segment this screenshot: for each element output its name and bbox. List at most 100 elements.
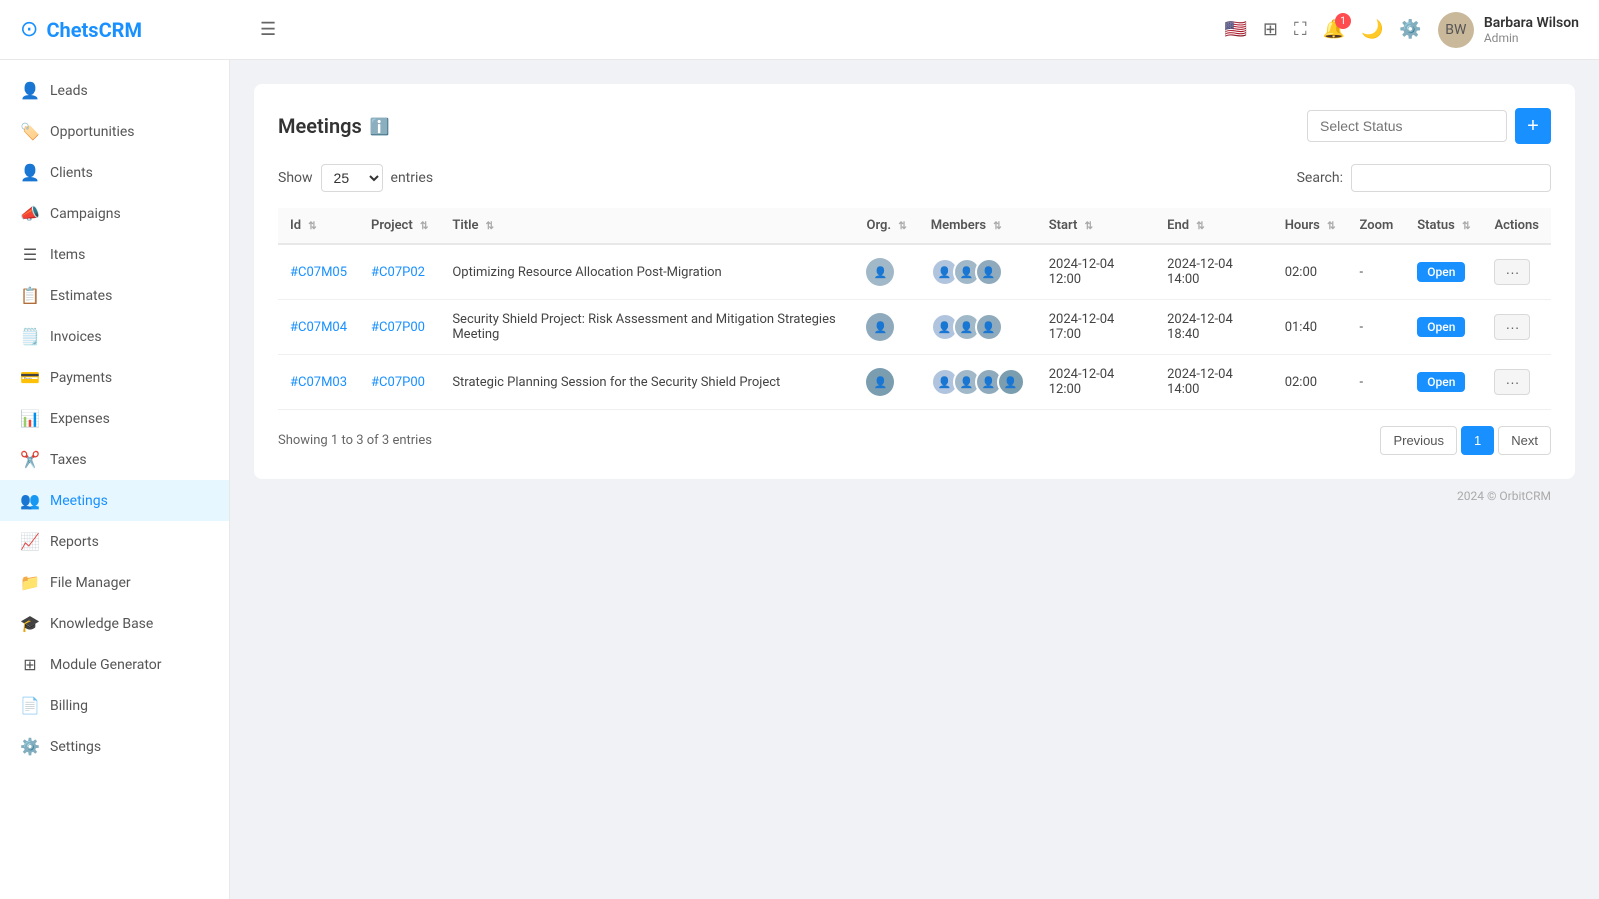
pagination: Previous 1 Next [1380, 426, 1551, 455]
sidebar-item-label: Estimates [50, 288, 112, 304]
page-card: Meetings ℹ️ + Show 25 10 50 100 [254, 84, 1575, 479]
sidebar-item-label: Items [50, 247, 85, 263]
sidebar-item-taxes[interactable]: ✂️ Taxes [0, 439, 229, 480]
flag-icon[interactable]: 🇺🇸 [1224, 19, 1246, 40]
project-link[interactable]: #C07P00 [371, 375, 425, 390]
sidebar-item-payments[interactable]: 💳 Payments [0, 357, 229, 398]
sidebar-item-label: Reports [50, 534, 99, 550]
table-row: #C07M05 #C07P02 Optimizing Resource Allo… [278, 244, 1551, 300]
sidebar-item-opportunities[interactable]: 🏷️ Opportunities [0, 111, 229, 152]
sidebar-item-items[interactable]: ☰ Items [0, 234, 229, 275]
col-org[interactable]: Org. ⇅ [854, 208, 918, 244]
col-end[interactable]: End ⇅ [1155, 208, 1273, 244]
col-hours[interactable]: Hours ⇅ [1273, 208, 1348, 244]
members-group: 👤 👤 👤 [931, 258, 1025, 286]
col-id[interactable]: Id ⇅ [278, 208, 359, 244]
entries-select[interactable]: 25 10 50 100 [321, 164, 383, 192]
invoices-icon: 🗒️ [20, 327, 40, 346]
sidebar-item-expenses[interactable]: 📊 Expenses [0, 398, 229, 439]
next-button[interactable]: Next [1498, 426, 1551, 455]
sidebar-item-label: Module Generator [50, 657, 162, 673]
status-badge: Open [1417, 317, 1465, 337]
campaigns-icon: 📣 [20, 204, 40, 223]
footer: 2024 © OrbitCRM [254, 479, 1575, 513]
meeting-title: Optimizing Resource Allocation Post-Migr… [440, 244, 854, 300]
start-date: 2024-12-04 12:00 [1037, 244, 1155, 300]
col-status[interactable]: Status ⇅ [1405, 208, 1482, 244]
start-date: 2024-12-04 12:00 [1037, 355, 1155, 410]
meeting-id-link[interactable]: #C07M03 [290, 375, 347, 390]
info-icon[interactable]: ℹ️ [370, 117, 390, 136]
project-link[interactable]: #C07P00 [371, 320, 425, 335]
previous-button[interactable]: Previous [1380, 426, 1457, 455]
sidebar-item-meetings[interactable]: 👥 Meetings [0, 480, 229, 521]
sidebar-item-invoices[interactable]: 🗒️ Invoices [0, 316, 229, 357]
settings-icon[interactable]: ⚙️ [1399, 19, 1421, 40]
col-zoom: Zoom [1348, 208, 1406, 244]
sidebar-item-knowledge-base[interactable]: 🎓 Knowledge Base [0, 603, 229, 644]
module-generator-icon: ⊞ [20, 655, 40, 674]
fullscreen-icon[interactable]: ⛶ [1294, 19, 1307, 40]
table-row: #C07M04 #C07P00 Security Shield Project:… [278, 300, 1551, 355]
avatar: BW [1438, 12, 1474, 48]
notification-icon[interactable]: 🔔 1 [1323, 19, 1345, 40]
page-number-button[interactable]: 1 [1461, 426, 1494, 455]
dark-mode-icon[interactable]: 🌙 [1361, 19, 1383, 40]
user-role: Admin [1484, 31, 1579, 45]
actions-button[interactable]: ··· [1494, 369, 1530, 395]
items-icon: ☰ [20, 245, 40, 264]
meeting-id-link[interactable]: #C07M05 [290, 265, 347, 280]
user-profile[interactable]: BW Barbara Wilson Admin [1438, 12, 1579, 48]
opportunities-icon: 🏷️ [20, 122, 40, 141]
zoom: - [1348, 300, 1406, 355]
meetings-table: Id ⇅ Project ⇅ Title ⇅ Org. ⇅ Members ⇅ … [278, 208, 1551, 410]
meeting-title: Security Shield Project: Risk Assessment… [440, 300, 854, 355]
sidebar-item-label: Knowledge Base [50, 616, 153, 632]
members-group: 👤 👤 👤 👤 [931, 368, 1025, 396]
hours: 02:00 [1273, 244, 1348, 300]
actions-button[interactable]: ··· [1494, 314, 1530, 340]
menu-toggle-icon[interactable]: ☰ [260, 19, 276, 40]
col-actions: Actions [1482, 208, 1551, 244]
hours: 02:00 [1273, 355, 1348, 410]
sidebar-item-billing[interactable]: 📄 Billing [0, 685, 229, 726]
sidebar-item-campaigns[interactable]: 📣 Campaigns [0, 193, 229, 234]
knowledge-base-icon: 🎓 [20, 614, 40, 633]
meeting-id-link[interactable]: #C07M04 [290, 320, 347, 335]
payments-icon: 💳 [20, 368, 40, 387]
sidebar-item-file-manager[interactable]: 📁 File Manager [0, 562, 229, 603]
select-status-input[interactable] [1307, 110, 1507, 142]
sidebar-item-label: Taxes [50, 452, 87, 468]
expenses-icon: 📊 [20, 409, 40, 428]
sidebar-item-settings[interactable]: ⚙️ Settings [0, 726, 229, 767]
col-title[interactable]: Title ⇅ [440, 208, 854, 244]
actions-button[interactable]: ··· [1494, 259, 1530, 285]
table-row: #C07M03 #C07P00 Strategic Planning Sessi… [278, 355, 1551, 410]
sidebar-item-label: File Manager [50, 575, 131, 591]
col-project[interactable]: Project ⇅ [359, 208, 440, 244]
start-date: 2024-12-04 17:00 [1037, 300, 1155, 355]
search-input[interactable] [1351, 164, 1551, 192]
org-avatar: 👤 [866, 258, 894, 286]
sidebar-item-label: Campaigns [50, 206, 121, 222]
sidebar-item-module-generator[interactable]: ⊞ Module Generator [0, 644, 229, 685]
member-avatar: 👤 [975, 313, 1003, 341]
billing-icon: 📄 [20, 696, 40, 715]
settings-nav-icon: ⚙️ [20, 737, 40, 756]
file-manager-icon: 📁 [20, 573, 40, 592]
sidebar-item-estimates[interactable]: 📋 Estimates [0, 275, 229, 316]
logo-icon: ⊙ [20, 17, 38, 42]
sidebar-item-leads[interactable]: 👤 Leads [0, 70, 229, 111]
col-members[interactable]: Members ⇅ [919, 208, 1037, 244]
add-meeting-button[interactable]: + [1515, 108, 1551, 144]
logo-text: ChetsCRM [46, 18, 142, 42]
col-start[interactable]: Start ⇅ [1037, 208, 1155, 244]
grid-icon[interactable]: ⊞ [1263, 19, 1278, 40]
meetings-icon: 👥 [20, 491, 40, 510]
show-label: Show [278, 170, 313, 186]
status-badge: Open [1417, 262, 1465, 282]
sidebar-item-reports[interactable]: 📈 Reports [0, 521, 229, 562]
sidebar-item-clients[interactable]: 👤 Clients [0, 152, 229, 193]
project-link[interactable]: #C07P02 [371, 265, 425, 280]
member-avatar: 👤 [975, 258, 1003, 286]
